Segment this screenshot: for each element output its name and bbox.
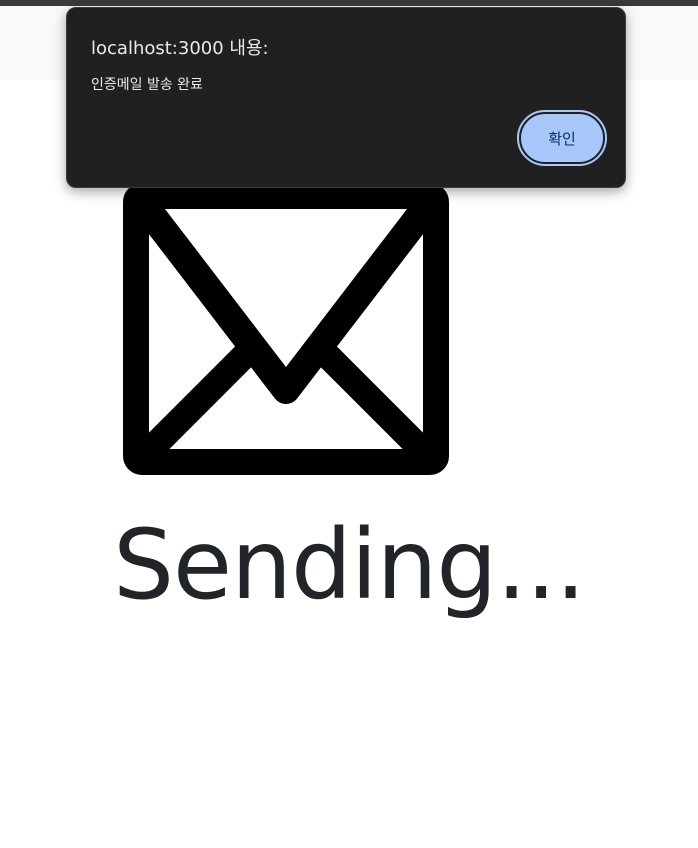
sending-status-text: Sending...: [113, 509, 586, 621]
page-content: Sending...: [0, 80, 698, 848]
dialog-title: localhost:3000 내용:: [91, 38, 269, 59]
alert-dialog: localhost:3000 내용: 인증메일 발송 완료 확인: [66, 7, 626, 188]
envelope-icon: [123, 183, 449, 475]
dialog-message: 인증메일 발송 완료: [91, 77, 203, 93]
ok-button[interactable]: 확인: [517, 110, 607, 166]
